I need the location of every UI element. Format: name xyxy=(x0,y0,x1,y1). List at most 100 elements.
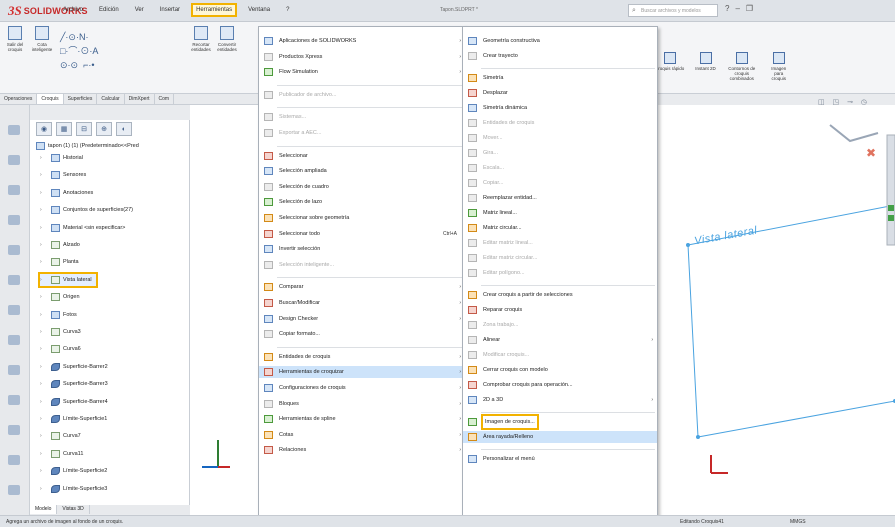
confirmation-corner[interactable]: ✖ xyxy=(829,124,879,160)
menu-item[interactable]: Comparar › xyxy=(259,281,465,293)
menu-item[interactable]: Simetría dinámica xyxy=(463,102,657,114)
menu-item[interactable]: Alinear › xyxy=(463,334,657,346)
expand-arrow-icon[interactable]: › xyxy=(40,364,48,370)
feature-tree-tab-icon[interactable]: ◉ xyxy=(36,122,52,136)
menu-item[interactable]: Entidades de croquis xyxy=(463,117,657,129)
strip-tool-icon[interactable] xyxy=(8,245,20,255)
tree-item[interactable]: › Vista lateral xyxy=(38,271,98,288)
expand-arrow-icon[interactable]: › xyxy=(40,416,48,422)
menu-item[interactable]: Modificar croquis... xyxy=(463,349,657,361)
tab-vistas-3d[interactable]: Vistas 3D xyxy=(57,505,90,514)
instant-2d-button[interactable]: Instant 2D xyxy=(695,52,716,81)
tree-item[interactable]: › Fotos xyxy=(40,309,77,321)
menu-item[interactable]: 2D a 3D › xyxy=(463,394,657,406)
menu-item[interactable]: Comprobar croquis para operación... xyxy=(463,379,657,391)
menu-item[interactable]: Entidades de croquis › xyxy=(259,351,465,363)
menu-item[interactable]: Reemplazar entidad... xyxy=(463,192,657,204)
menu-item[interactable]: Área rayada/Relleno xyxy=(463,431,657,443)
menu-item[interactable]: Exportar a AEC... xyxy=(259,127,465,139)
tree-item[interactable]: › Curva7 xyxy=(40,430,81,442)
restore-icon[interactable]: ❐ xyxy=(746,4,753,13)
menu-item[interactable]: Buscar/Modificar › xyxy=(259,297,465,309)
tree-item[interactable]: › Conjuntos de superficies(27) xyxy=(40,204,133,216)
menu-item[interactable]: Flow Simulation › xyxy=(259,66,465,78)
dimxpert-tab-icon[interactable]: ⊕ xyxy=(96,122,112,136)
menu-item[interactable]: Configuraciones de croquis › xyxy=(259,382,465,394)
menu-item[interactable]: Copiar formato... xyxy=(259,328,465,340)
strip-tool-icon[interactable] xyxy=(8,335,20,345)
menu-item[interactable]: Selección de lazo xyxy=(259,196,465,208)
menu-item[interactable]: Cotas › xyxy=(259,429,465,441)
sketch-picture-button[interactable]: Imagen para croquis xyxy=(768,52,790,81)
menu-item[interactable]: Escala... xyxy=(463,162,657,174)
expand-arrow-icon[interactable]: › xyxy=(40,399,48,405)
menu-item[interactable]: Selección de cuadro xyxy=(259,181,465,193)
menu-item[interactable]: Relaciones › xyxy=(259,444,465,456)
expand-arrow-icon[interactable]: › xyxy=(40,433,48,439)
expand-arrow-icon[interactable]: › xyxy=(40,259,48,265)
tree-item[interactable]: › Límite-Superficie1 xyxy=(40,413,107,425)
tab-superficies[interactable]: Superficies xyxy=(64,94,98,104)
menu-item[interactable]: Geometría constructiva xyxy=(463,35,657,47)
property-manager-tab-icon[interactable]: ▦ xyxy=(56,122,72,136)
menu-item[interactable]: Crear croquis a partir de selecciones xyxy=(463,289,657,301)
tree-item[interactable]: › Planta xyxy=(40,256,79,268)
minimize-icon[interactable]: – xyxy=(735,4,739,13)
tree-item[interactable]: › Superficie-Barrer2 xyxy=(40,361,108,373)
menu-item[interactable]: Editar polígono... xyxy=(463,267,657,279)
search-input[interactable]: ⌕ Buscar archivos y modelos xyxy=(628,4,718,17)
menu-item[interactable]: Publicador de archivo... xyxy=(259,89,465,101)
strip-tool-icon[interactable] xyxy=(8,425,20,435)
tree-root[interactable]: tapon (1) (1) (Predeterminado<<Pred xyxy=(36,140,139,152)
exit-sketch-button[interactable]: Salir del croquis xyxy=(6,26,24,52)
menu-archivo[interactable]: Archivo xyxy=(60,5,86,15)
strip-tool-icon[interactable] xyxy=(8,215,20,225)
trim-entities-button[interactable]: Recortar entidades xyxy=(190,26,212,52)
strip-tool-icon[interactable] xyxy=(8,125,20,135)
shaded-contours-button[interactable]: Contornos de croquis combinados xyxy=(727,52,757,81)
expand-arrow-icon[interactable]: › xyxy=(40,381,48,387)
menu-item[interactable]: Herramientas de spline › xyxy=(259,413,465,425)
strip-tool-icon[interactable] xyxy=(8,275,20,285)
tree-item[interactable]: › Límite-Superficie3 xyxy=(40,483,107,495)
menu-item[interactable]: Seleccionar sobre geometría xyxy=(259,212,465,224)
tree-item[interactable]: › Historial xyxy=(40,152,83,164)
strip-tool-icon[interactable] xyxy=(8,185,20,195)
menu-item[interactable]: Productos Xpress › xyxy=(259,51,465,63)
expand-arrow-icon[interactable]: › xyxy=(40,312,48,318)
tree-item[interactable]: › Sensores xyxy=(40,169,86,181)
menu-item[interactable]: Personalizar el menú xyxy=(463,453,657,465)
menu-item[interactable]: Seleccionar xyxy=(259,150,465,162)
tab-operaciones[interactable]: Operaciones xyxy=(0,94,38,104)
expand-arrow-icon[interactable]: › xyxy=(40,346,48,352)
help-icon[interactable]: ? xyxy=(725,4,729,13)
strip-tool-icon[interactable] xyxy=(8,305,20,315)
menu-herramientas[interactable]: Herramientas xyxy=(191,3,238,17)
menu-item[interactable]: Herramientas de croquizar › xyxy=(259,366,465,379)
menu-item[interactable]: Aplicaciones de SOLIDWORKS › xyxy=(259,35,465,47)
menu-edicion[interactable]: Edición xyxy=(96,5,122,15)
menu-item[interactable]: Imagen de croquis... xyxy=(463,414,657,430)
strip-tool-icon[interactable] xyxy=(8,455,20,465)
tree-item[interactable]: › Material <sin especificar> xyxy=(40,222,125,234)
expand-arrow-icon[interactable]: › xyxy=(40,277,48,283)
status-units[interactable]: MMGS xyxy=(790,519,806,525)
tree-item[interactable]: › Superficie-Barrer3 xyxy=(40,378,108,390)
menu-item[interactable]: Sistemas... xyxy=(259,111,465,123)
expand-arrow-icon[interactable]: › xyxy=(40,190,48,196)
tree-item[interactable]: › Curva11 xyxy=(40,448,83,460)
expand-arrow-icon[interactable]: › xyxy=(40,451,48,457)
menu-item[interactable]: Invertir selección xyxy=(259,243,465,255)
tree-item[interactable]: › Curva6 xyxy=(40,343,81,355)
heads-up-view-toolbar[interactable]: ◫ ◳ ⊸ ◷ xyxy=(818,98,870,106)
menu-item[interactable]: Selección ampliada xyxy=(259,165,465,177)
menu-item[interactable]: Crear trayecto xyxy=(463,50,657,62)
menu-item[interactable]: Matriz lineal... xyxy=(463,207,657,219)
menu-item[interactable]: Reparar croquis xyxy=(463,304,657,316)
menu-item[interactable]: Desplazar xyxy=(463,87,657,99)
menu-item[interactable]: Editar matriz lineal... xyxy=(463,237,657,249)
tab-croquis[interactable]: Croquis xyxy=(37,94,64,104)
menu-ventana[interactable]: Ventana xyxy=(245,5,273,15)
convert-entities-button[interactable]: Convertir entidades xyxy=(216,26,238,52)
menu-item[interactable]: Matriz circular... xyxy=(463,222,657,234)
